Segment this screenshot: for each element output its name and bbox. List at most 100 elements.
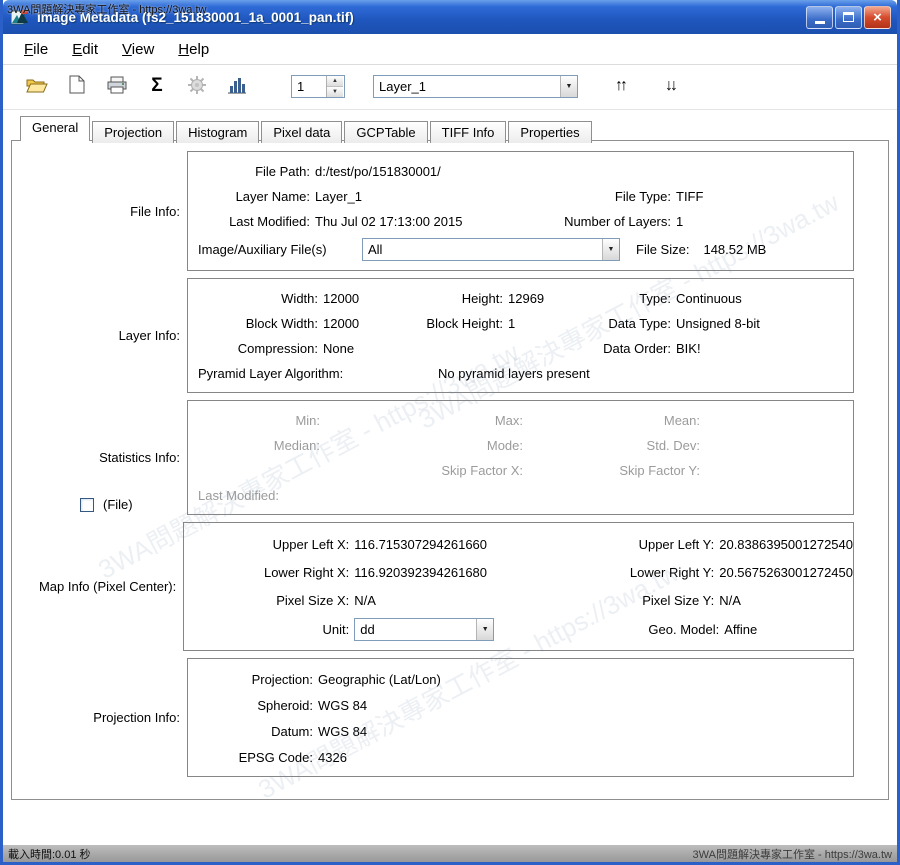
max-label: Max: [440,413,523,428]
file-stats-checkbox[interactable] [80,498,94,512]
datum-label: Datum: [198,724,313,739]
data-order-label: Data Order: [583,341,671,356]
menu-bar: File Edit View Help [3,34,897,65]
file-type-label: File Type: [550,189,671,204]
layer-down-icon: ↓↓ [665,77,675,95]
field-row: Width: 12000 Height: 12969 Type: Continu… [198,286,853,311]
pixel-size-x-value: N/A [349,593,564,608]
watermark-text: 3WA問題解決專家工作室 - https://3wa.tw [693,846,892,862]
upper-left-x-value: 116.715307294261660 [349,537,564,552]
pixel-size-y-value: N/A [714,593,741,608]
spin-up-button[interactable]: ▲ [327,76,343,87]
aux-files-select[interactable]: All ▼ [362,238,620,261]
tab-gcp-table[interactable]: GCPTable [344,121,427,143]
spheroid-value: WGS 84 [313,698,367,713]
epsg-code-label: EPSG Code: [198,750,313,765]
field-row: Pyramid Layer Algorithm: No pyramid laye… [198,361,853,386]
projection-groupbox: Projection: Geographic (Lat/Lon) Spheroi… [187,658,854,777]
open-file-button[interactable] [21,72,53,100]
block-height-label: Block Height: [418,316,503,331]
histogram-button[interactable] [221,72,253,100]
maximize-button[interactable] [835,6,862,29]
tab-histogram[interactable]: Histogram [176,121,259,143]
maximize-icon [843,12,854,22]
skip-factor-y-label: Skip Factor Y: [523,463,700,478]
load-time-text: 載入時間:0.01 秒 [8,846,91,862]
mean-label: Mean: [613,413,700,428]
width-value: 12000 [318,291,418,306]
histogram-icon [227,76,247,97]
projection-value: Geographic (Lat/Lon) [313,672,441,687]
layer-info-groupbox: Width: 12000 Height: 12969 Type: Continu… [187,278,854,393]
data-order-value: BIK! [671,341,701,356]
layer-down-button[interactable]: ↓↓ [654,72,686,100]
lower-right-y-value: 20.5675263001272450 [714,565,853,580]
pyramid-algorithm-value: No pyramid layers present [433,366,590,381]
epsg-code-value: 4326 [313,750,347,765]
menu-file[interactable]: File [15,39,57,60]
field-row: Datum: WGS 84 [198,718,853,744]
tab-pixel-data[interactable]: Pixel data [261,121,342,143]
menu-help[interactable]: Help [169,39,218,60]
map-info-groupbox: Upper Left X: 116.715307294261660 Upper … [183,522,854,651]
spin-down-button[interactable]: ▼ [327,87,343,97]
bottom-watermark-strip: 載入時間:0.01 秒 3WA問題解決專家工作室 - https://3wa.t… [3,845,897,862]
layer-up-icon: ↑↑ [615,77,625,95]
tab-tiff-info[interactable]: TIFF Info [430,121,507,143]
layer-select[interactable]: Layer_1 ▼ [373,75,578,98]
field-row: Min: Max: Mean: [198,408,853,433]
skip-factor-x-label: Skip Factor X: [198,463,523,478]
close-icon: × [873,10,882,25]
layer-up-button[interactable]: ↑↑ [604,72,636,100]
upper-left-x-label: Upper Left X: [194,537,349,552]
layer-info-label: Layer Info: [119,328,180,343]
pixel-size-y-label: Pixel Size Y: [564,593,714,608]
data-type-value: Unsigned 8-bit [671,316,760,331]
new-file-button[interactable] [61,72,93,100]
data-type-label: Data Type: [583,316,671,331]
field-row: Projection: Geographic (Lat/Lon) [198,666,853,692]
width-label: Width: [198,291,318,306]
window-icon [11,8,31,26]
file-info-section: File Info: File Path: d:/test/po/1518300… [12,151,888,271]
field-row: Lower Right X: 116.920392394261680 Lower… [194,558,853,586]
map-info-label: Map Info (Pixel Center): [39,579,176,594]
layer-number-input[interactable] [292,76,326,97]
field-row: Block Width: 12000 Block Height: 1 Data … [198,311,853,336]
minimize-button[interactable] [806,6,833,29]
window-title: Image Metadata (fs2_151830001_1a_0001_pa… [37,10,798,25]
layer-number-spinner[interactable]: ▲ ▼ [291,75,345,98]
menu-edit[interactable]: Edit [63,39,107,60]
minimize-icon [815,21,825,24]
unit-select[interactable]: dd ▼ [354,618,494,641]
title-bar[interactable]: Image Metadata (fs2_151830001_1a_0001_pa… [3,0,897,34]
field-row: Skip Factor X: Skip Factor Y: [198,458,853,483]
tab-general[interactable]: General [20,116,90,141]
spinner-buttons: ▲ ▼ [326,76,343,97]
tab-projection[interactable]: Projection [92,121,174,143]
chevron-down-icon: ▼ [602,239,619,260]
tab-properties[interactable]: Properties [508,121,591,143]
min-label: Min: [198,413,320,428]
field-row: Layer Name: Layer_1 File Type: TIFF [198,184,853,209]
print-button[interactable] [101,72,133,100]
field-row: Pixel Size X: N/A Pixel Size Y: N/A [194,586,853,614]
close-button[interactable]: × [864,6,891,29]
spheroid-label: Spheroid: [198,698,313,713]
statistics-sigma-button[interactable]: Σ [141,72,173,100]
upper-left-y-value: 20.8386395001272540 [714,537,853,552]
field-row: Median: Mode: Std. Dev: [198,433,853,458]
field-row: Last Modified: [198,483,853,508]
printer-icon [107,76,127,97]
menu-view[interactable]: View [113,39,163,60]
file-stats-checkbox-label: (File) [103,497,133,512]
field-row: EPSG Code: 4326 [198,744,853,770]
projection-label: Projection: [198,672,313,687]
field-row: Unit: dd ▼ Geo. Model: Affine [194,614,853,644]
recompute-stats-button[interactable] [181,72,213,100]
compression-value: None [318,341,418,356]
spin-down-icon: ▼ [332,89,338,95]
datum-value: WGS 84 [313,724,367,739]
number-of-layers-value: 1 [671,214,683,229]
field-row: Compression: None Data Order: BIK! [198,336,853,361]
